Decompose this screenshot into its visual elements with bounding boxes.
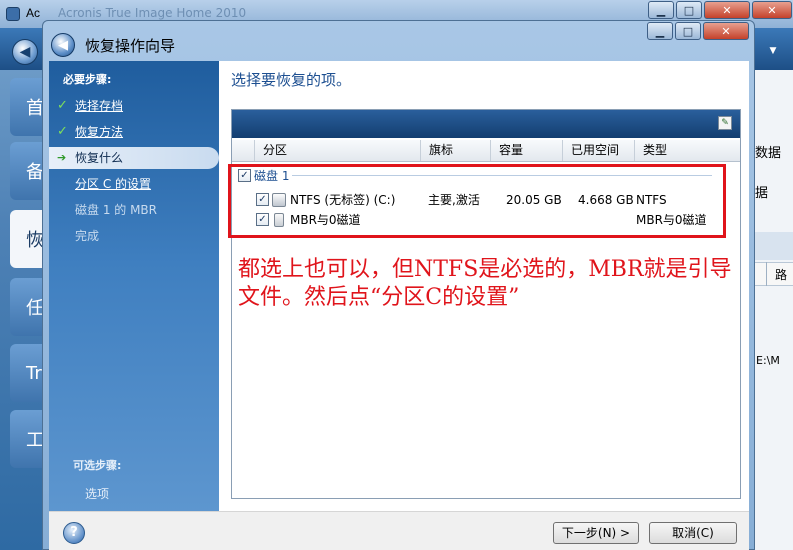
bg-maximize-button[interactable]: □ [676,1,702,19]
step-label: 恢复什么 [75,151,124,165]
column-header-type[interactable]: 类型 [634,140,740,161]
dialog-minimize-button[interactable]: ▁ [647,22,673,40]
annotation-text: 都选上也可以，但NTFS是必选的，MBR就是引导文件。然后点“分区C的设置” [238,257,732,310]
bg-nav-rail: 首 备 恢 任 Tr 工 [0,70,46,550]
step-disk1-mbr: 磁盘 1 的 MBR [49,199,219,221]
bg-back-arrow-icon[interactable]: ◀ [12,39,38,65]
bg-right-text-1: 数据 [755,146,782,161]
bg-close-button[interactable]: ✕ [704,1,750,19]
bg-nav-item-home[interactable]: 首 [10,78,46,136]
bg-close-button-2[interactable]: ✕ [752,1,792,19]
bg-nav-item-tr[interactable]: Tr [10,344,46,402]
check-icon: ✓ [57,124,68,139]
steps-panel: 必要步骤: ✓ 选择存档 ✓ 恢复方法 ➔ 恢复什么 分区 C 的设置 磁盘 1… [49,61,219,511]
annotation-highlight-box [228,164,726,238]
column-header-used[interactable]: 已用空间 [562,140,634,161]
step-label: 分区 C 的设置 [75,177,152,191]
step-recovery-method[interactable]: ✓ 恢复方法 [49,121,219,143]
bg-nav-item-recover[interactable]: 恢 [10,210,46,268]
column-header-capacity[interactable]: 容量 [490,140,562,161]
bg-nav-item-backup[interactable]: 备 [10,142,46,200]
edit-icon[interactable]: ✎ [718,116,732,130]
step-label: 选择存档 [75,99,124,113]
step-select-archive[interactable]: ✓ 选择存档 [49,95,219,117]
column-header-flags[interactable]: 旗标 [420,140,490,161]
help-icon[interactable]: ? [63,522,85,544]
bg-right-text-2: 据 [755,186,769,201]
bg-minimize-button[interactable]: ▁ [648,1,674,19]
check-icon: ✓ [57,98,68,113]
dialog-footer: ? 下一步(N) > 取消(C) [49,511,749,550]
step-label: 磁盘 1 的 MBR [75,203,158,217]
bg-nav-item-tasks[interactable]: 任 [10,278,46,336]
step-finish: 完成 [49,225,219,247]
step-label: 完成 [75,229,100,243]
cancel-button[interactable]: 取消(C) [649,522,737,544]
step-partition-c-settings[interactable]: 分区 C 的设置 [49,173,219,195]
list-header: 分区 旗标 容量 已用空间 类型 [232,140,740,162]
bg-right-separator [766,262,767,286]
step-label: 恢复方法 [75,125,124,139]
list-toolbar: ✎ [232,110,740,138]
back-arrow-icon[interactable]: ◀ [51,33,75,57]
dialog-title: 恢复操作向导 [85,37,176,55]
bg-dropdown-icon[interactable]: ▼ [760,42,786,60]
steps-required-label: 必要步骤: [63,73,112,86]
next-button[interactable]: 下一步(N) > [553,522,639,544]
dialog-maximize-button[interactable]: □ [675,22,701,40]
steps-optional-label: 可选步骤: [73,459,122,472]
bg-window-title-faded: Acronis True Image Home 2010 [58,6,247,20]
dialog-close-button[interactable]: ✕ [703,22,749,40]
main-title: 选择要恢复的项。 [231,71,352,89]
step-options[interactable]: 选项 [85,485,109,502]
bg-right-text-3: 路 [775,268,788,282]
step-what-to-recover[interactable]: ➔ 恢复什么 [49,147,219,169]
bg-nav-item-tools[interactable]: 工 [10,410,46,468]
bg-right-bar [752,232,793,260]
app-icon [6,7,20,21]
bg-right-text-4: E:\M [756,354,780,367]
bg-window-title: Ac [26,6,41,20]
column-header-partition[interactable]: 分区 [254,140,420,161]
current-step-arrow-icon: ➔ [57,151,67,164]
